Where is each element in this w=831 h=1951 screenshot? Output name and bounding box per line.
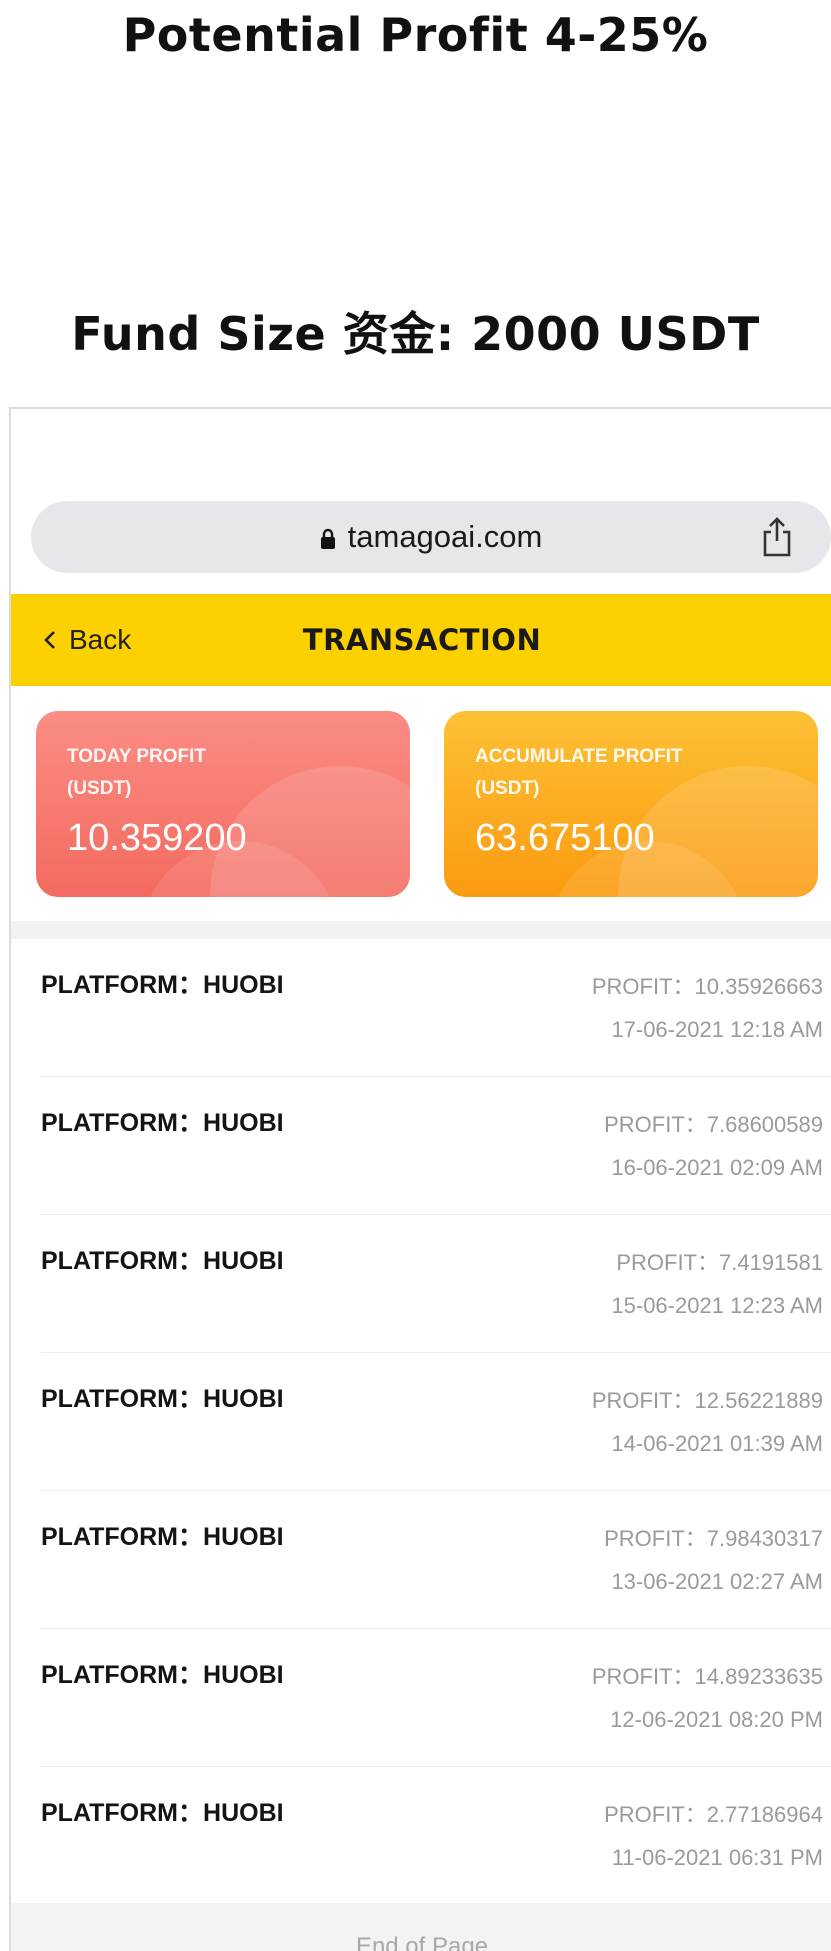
transaction-profit: PROFIT：2.77186964 [604,1802,823,1827]
transaction-time: 13-06-2021 02:27 AM [611,1569,823,1594]
back-button[interactable]: Back [43,594,131,686]
today-profit-label-line2: (USDT) [67,778,132,799]
transaction-platform: PLATFORM：HUOBI [41,1247,284,1275]
section-divider [11,921,831,939]
back-label: Back [69,624,132,655]
transaction-row[interactable]: PLATFORM：HUOBI PROFIT：14.89233635 12-06-… [41,1629,831,1767]
phone-screen: tamagoai.com TRANSACTION Back TODAY PROF… [9,407,831,1951]
share-icon[interactable] [761,517,793,557]
transaction-platform: PLATFORM：HUOBI [41,971,284,999]
transaction-time: 16-06-2021 02:09 AM [611,1155,823,1180]
accumulate-profit-card: ACCUMULATE PROFIT (USDT) 63.675100 [444,711,818,897]
transaction-time: 12-06-2021 08:20 PM [610,1707,823,1732]
end-of-page: End of Page [11,1903,831,1951]
headline-fund-size: Fund Size 资金: 2000 USDT [71,307,760,361]
transaction-profit: PROFIT：14.89233635 [591,1664,823,1689]
transaction-row[interactable]: PLATFORM：HUOBI PROFIT：7.68600589 16-06-2… [41,1077,831,1215]
navbar: TRANSACTION Back [11,594,831,686]
end-of-page-text: End of Page [355,1933,489,1951]
transaction-time: 17-06-2021 12:18 AM [611,1017,823,1042]
accumulate-profit-label-line1: ACCUMULATE PROFIT [475,746,683,767]
today-profit-card: TODAY PROFIT (USDT) 10.359200 [36,711,410,897]
transaction-row[interactable]: PLATFORM：HUOBI PROFIT：7.4191581 15-06-20… [41,1215,831,1353]
transaction-platform: PLATFORM：HUOBI [41,1109,284,1137]
today-profit-label-line1: TODAY PROFIT [67,746,207,767]
transaction-time: 11-06-2021 06:31 PM [611,1845,823,1870]
transaction-profit: PROFIT：7.68600589 [604,1112,823,1137]
transaction-platform: PLATFORM：HUOBI [41,1385,284,1413]
accumulate-profit-value: 63.675100 [475,817,655,859]
chevron-left-icon [44,631,55,649]
transaction-row[interactable]: PLATFORM：HUOBI PROFIT：7.98430317 13-06-2… [41,1491,831,1629]
transaction-platform: PLATFORM：HUOBI [41,1523,284,1551]
transaction-platform: PLATFORM：HUOBI [41,1661,284,1689]
lock-icon [320,528,335,549]
today-profit-value: 10.359200 [67,817,247,859]
today-profit-label: TODAY PROFIT (USDT) [67,741,206,805]
accumulate-profit-label: ACCUMULATE PROFIT (USDT) [475,741,683,805]
transaction-profit: PROFIT：10.35926663 [591,974,823,999]
accumulate-profit-label-line2: (USDT) [475,778,540,799]
transaction-time: 15-06-2021 12:23 AM [611,1293,823,1318]
headline-profit-range: Potential Profit 4-25% [122,8,709,62]
transaction-list: PLATFORM：HUOBI PROFIT：10.35926663 17-06-… [11,939,831,1904]
url-text: tamagoai.com [347,519,543,554]
transaction-platform: PLATFORM：HUOBI [41,1799,284,1827]
transaction-profit: PROFIT：7.4191581 [616,1250,823,1275]
transaction-profit: PROFIT：7.98430317 [604,1526,823,1551]
page-title: TRANSACTION [302,623,542,657]
transaction-time: 14-06-2021 01:39 AM [611,1431,823,1456]
transaction-row[interactable]: PLATFORM：HUOBI PROFIT：10.35926663 17-06-… [41,939,831,1077]
transaction-profit: PROFIT：12.56221889 [591,1388,823,1413]
transaction-row[interactable]: PLATFORM：HUOBI PROFIT：12.56221889 14-06-… [41,1353,831,1491]
address-bar[interactable]: tamagoai.com [31,501,831,573]
transaction-row[interactable]: PLATFORM：HUOBI PROFIT：2.77186964 11-06-2… [41,1767,831,1904]
